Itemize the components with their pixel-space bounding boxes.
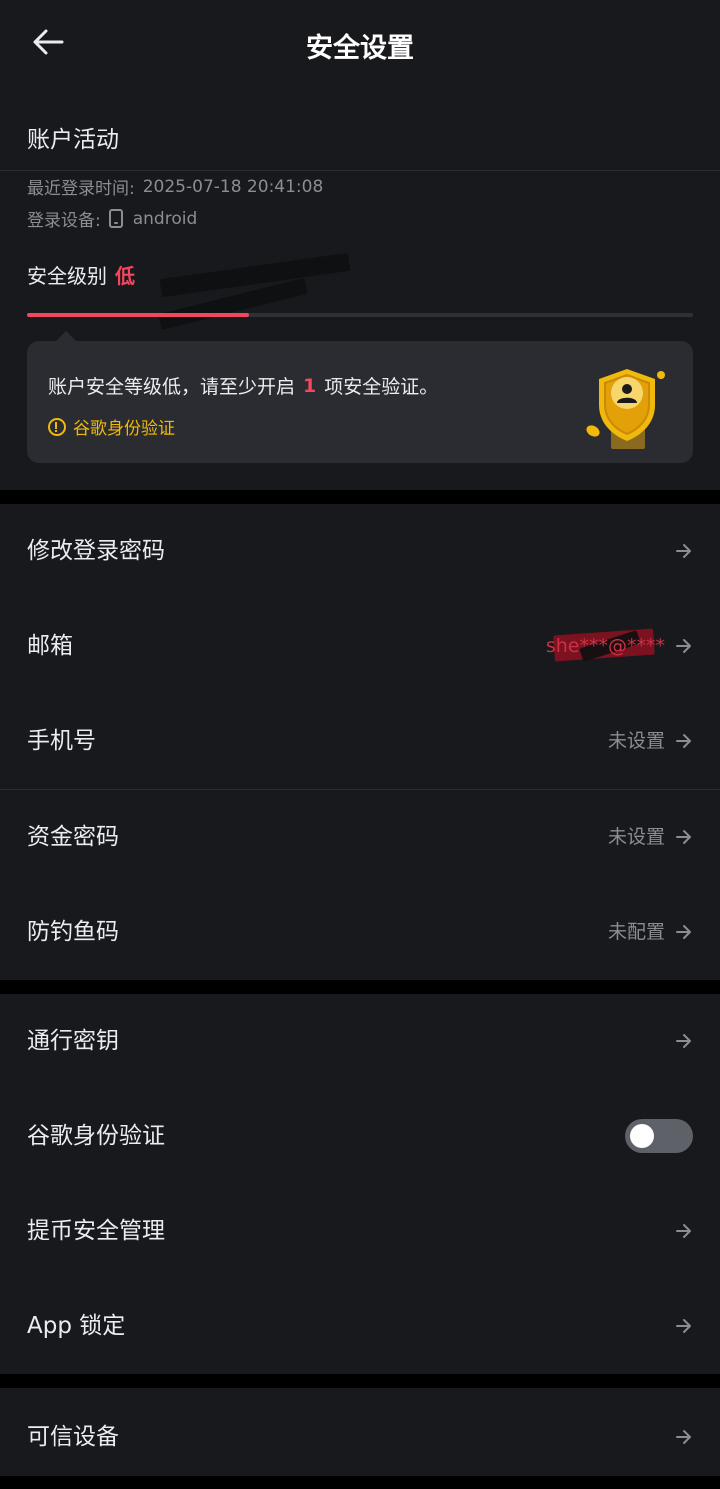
device-group: 可信设备: [0, 1388, 720, 1476]
arrow-right-icon: [676, 830, 691, 844]
arrow-right-icon: [676, 1430, 691, 1444]
login-device-value: android: [132, 208, 198, 229]
arrow-right-icon: [676, 734, 691, 748]
fund-password-row[interactable]: 资金密码 未设置: [0, 790, 720, 885]
google-auth-tip-label: 谷歌身份验证: [73, 419, 175, 439]
security-level-row: 安全级别 低: [27, 260, 135, 289]
tip-pointer: [56, 331, 76, 341]
login-device-label: 登录设备:: [27, 211, 101, 231]
security-tip-card: 账户安全等级低，请至少开启 1 项安全验证。 谷歌身份验证: [27, 341, 693, 463]
tip-text-before: 账户安全等级低，请至少开启: [48, 376, 296, 398]
page-title: 安全设置: [306, 33, 414, 64]
header: 安全设置: [0, 0, 720, 90]
withdrawal-security-label: 提币安全管理: [27, 1218, 165, 1244]
trusted-devices-row[interactable]: 可信设备: [0, 1388, 720, 1476]
email-value: she***@****: [545, 635, 665, 657]
security-tip-text: 账户安全等级低，请至少开启 1 项安全验证。: [48, 372, 438, 399]
account-activity-title: 账户活动: [27, 127, 119, 153]
passkey-label: 通行密钥: [27, 1028, 119, 1054]
login-device-row: 登录设备: android: [27, 206, 198, 232]
last-login-row: 最近登录时间: 2025-07-18 20:41:08: [27, 174, 324, 200]
arrow-right-icon: [676, 1319, 691, 1333]
google-auth-label: 谷歌身份验证: [27, 1123, 165, 1149]
shield-user-icon: [586, 369, 665, 449]
anti-phishing-code-value: 未配置: [607, 921, 665, 943]
arrow-right-icon: [676, 925, 691, 939]
app-lock-row[interactable]: App 锁定: [0, 1279, 720, 1374]
warning-icon: [48, 417, 66, 436]
security-level-value: 低: [115, 264, 135, 288]
authentication-group: 通行密钥 谷歌身份验证 提币安全管理 App 锁定: [0, 994, 720, 1374]
arrow-right-icon: [676, 1034, 691, 1048]
toggle-knob: [630, 1124, 654, 1148]
passkey-row[interactable]: 通行密钥: [0, 994, 720, 1089]
account-security-group: 修改登录密码 邮箱 she***@**** 手机号 未设置 资金密码 未设置 防…: [0, 504, 720, 980]
google-auth-toggle[interactable]: [625, 1119, 693, 1153]
fund-password-label: 资金密码: [27, 824, 119, 850]
anti-phishing-code-label: 防钓鱼码: [27, 919, 119, 945]
anti-phishing-code-row[interactable]: 防钓鱼码 未配置: [0, 885, 720, 980]
withdrawal-security-row[interactable]: 提币安全管理: [0, 1184, 720, 1279]
google-auth-row: 谷歌身份验证: [0, 1089, 720, 1184]
change-login-password-row[interactable]: 修改登录密码: [0, 504, 720, 599]
fund-password-value: 未设置: [607, 826, 665, 848]
account-activity-section: 账户活动 最近登录时间: 2025-07-18 20:41:08 登录设备: a…: [0, 90, 720, 490]
divider: [0, 170, 720, 171]
app-lock-label: App 锁定: [27, 1313, 126, 1339]
email-label: 邮箱: [27, 633, 73, 659]
security-level-progress-fill: [27, 313, 249, 317]
security-level-label: 安全级别: [27, 264, 107, 288]
arrow-right-icon: [676, 1224, 691, 1238]
google-auth-tip-link[interactable]: 谷歌身份验证: [48, 414, 175, 439]
arrow-right-icon: [676, 639, 691, 653]
change-login-password-label: 修改登录密码: [27, 538, 165, 564]
security-settings-screen: 安全设置 账户活动 最近登录时间: 2025-07-18 20:41:08 登录…: [0, 0, 720, 1489]
trusted-devices-label: 可信设备: [27, 1424, 119, 1450]
security-level-progress: [27, 313, 693, 317]
email-row[interactable]: 邮箱 she***@****: [0, 599, 720, 694]
phone-icon: [108, 209, 123, 228]
last-login-label: 最近登录时间:: [27, 179, 135, 199]
phone-label: 手机号: [27, 728, 96, 754]
arrow-right-icon: [676, 544, 691, 558]
tip-count: 1: [303, 374, 317, 397]
last-login-value: 2025-07-18 20:41:08: [142, 176, 324, 197]
phone-row[interactable]: 手机号 未设置: [0, 694, 720, 789]
tip-text-after: 项安全验证。: [324, 376, 439, 398]
phone-value: 未设置: [607, 730, 665, 752]
